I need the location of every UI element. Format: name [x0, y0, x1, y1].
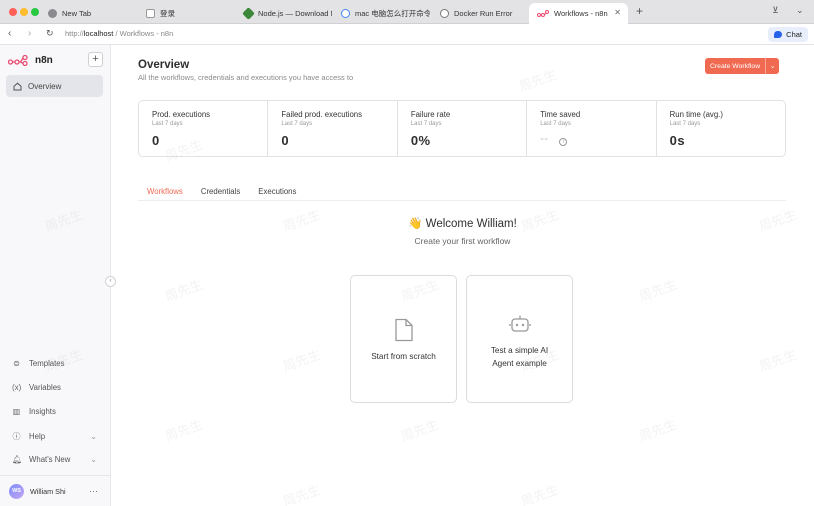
tab-workflows[interactable]: Workflows: [138, 181, 192, 201]
start-from-scratch-card[interactable]: Start from scratch: [350, 275, 457, 403]
chevron-down-icon: ⌄: [90, 455, 97, 464]
download-icon[interactable]: ⊻: [772, 5, 779, 16]
page-icon: [146, 8, 155, 18]
globe-icon: [48, 8, 57, 18]
browser-tab-nodejs[interactable]: Node.js — Download N: [236, 3, 332, 23]
user-name: William Shi: [30, 486, 66, 496]
avatar: WS: [9, 483, 24, 499]
n8n-logo-icon: [8, 55, 28, 66]
google-icon: [341, 8, 350, 18]
back-arrow-icon[interactable]: ‹: [8, 28, 11, 39]
sidebar: n8n + Overview ⊜ Templates (x) Variables…: [0, 45, 111, 506]
page-title: Overview: [138, 59, 190, 71]
tab-credentials[interactable]: Credentials: [192, 181, 249, 201]
sidebar-item-overview[interactable]: Overview: [6, 75, 103, 97]
stats-panel: Prod. executions Last 7 days 0 Failed pr…: [138, 100, 786, 157]
browser-tab-n8n-active[interactable]: Workflows - n8n ✕: [529, 3, 628, 24]
sidebar-item-templates[interactable]: ⊜ Templates: [12, 359, 97, 368]
forward-arrow-icon[interactable]: ›: [28, 28, 31, 39]
variables-icon: (x): [12, 383, 22, 392]
collapse-sidebar-button[interactable]: ‹: [105, 276, 116, 287]
tab-executions[interactable]: Executions: [249, 181, 305, 201]
chat-icon: [774, 31, 783, 38]
create-workflow-button[interactable]: Create Workflow: [705, 58, 767, 74]
browser-tab-login[interactable]: 登录: [138, 3, 234, 23]
page-subtitle: All the workflows, credentials and execu…: [138, 73, 354, 82]
add-resource-button[interactable]: +: [88, 52, 103, 67]
close-window-button[interactable]: [9, 8, 17, 16]
stat-time-saved[interactable]: Time saved Last 7 days -- i: [527, 101, 657, 156]
create-workflow-button-group: Create Workflow ⌄: [705, 58, 780, 74]
sidebar-item-whats-new[interactable]: 🔔︎ What's New ⌄: [12, 455, 97, 464]
brand-name: n8n: [35, 55, 53, 66]
bell-icon: 🔔︎: [12, 455, 23, 464]
sidebar-item-variables[interactable]: (x) Variables: [12, 383, 97, 392]
home-icon: [13, 82, 22, 90]
content-tabs: Workflows Credentials Executions: [138, 181, 305, 201]
stat-failed-executions[interactable]: Failed prod. executions Last 7 days 0: [268, 101, 398, 156]
chart-icon: ▥: [12, 407, 21, 416]
sidebar-item-help[interactable]: ⓘ Help ⌄: [12, 431, 98, 442]
n8n-logo-icon: [537, 9, 549, 17]
main-content: Overview All the workflows, credentials …: [111, 45, 814, 506]
file-icon: [394, 318, 413, 342]
chat-bubble-icon: [440, 8, 449, 18]
browser-tab-strip: New Tab 登录 Node.js — Download N mac 电脑怎么…: [0, 0, 814, 24]
tab-divider: [138, 200, 786, 201]
browser-tab-docker-error[interactable]: Docker Run Error: [432, 3, 528, 23]
stat-prod-executions[interactable]: Prod. executions Last 7 days 0: [139, 101, 269, 156]
url-field[interactable]: http://localhost / Workflows - n8n: [65, 29, 173, 38]
stat-run-time[interactable]: Run time (avg.) Last 7 days 0s: [657, 101, 785, 156]
robot-icon: [508, 315, 531, 332]
welcome-heading: 👋 Welcome William!: [408, 218, 517, 230]
stat-failure-rate[interactable]: Failure rate Last 7 days 0%: [398, 101, 528, 156]
sidebar-item-insights[interactable]: ▥ Insights: [12, 407, 97, 416]
address-bar: ‹ › ↻ http://localhost / Workflows - n8n…: [0, 24, 814, 45]
new-tab-button[interactable]: +: [636, 4, 643, 18]
browser-tab-new-tab[interactable]: New Tab: [40, 3, 136, 23]
minimize-window-button[interactable]: [20, 8, 28, 16]
tab-list-chevron-icon[interactable]: ⌄: [796, 5, 804, 16]
maximize-window-button[interactable]: [31, 8, 39, 16]
close-tab-icon[interactable]: ✕: [614, 8, 621, 17]
welcome-subheading: Create your first workflow: [414, 236, 511, 246]
help-icon: ⓘ: [12, 432, 21, 441]
box-icon: ⊜: [13, 359, 20, 368]
chat-button[interactable]: Chat: [768, 27, 808, 42]
browser-tab-google-search[interactable]: mac 电脑怎么打开命令行: [333, 3, 430, 23]
brand-logo[interactable]: n8n: [8, 55, 53, 66]
user-menu[interactable]: WS William Shi ···: [0, 475, 110, 506]
reload-icon[interactable]: ↻: [46, 28, 54, 39]
chevron-down-icon[interactable]: ⌄: [766, 58, 779, 74]
ai-agent-example-card[interactable]: Test a simple AI Agent example: [466, 275, 573, 403]
nodejs-icon: [242, 6, 255, 20]
chevron-down-icon: ⌄: [90, 432, 97, 441]
more-options-icon[interactable]: ···: [89, 486, 98, 496]
